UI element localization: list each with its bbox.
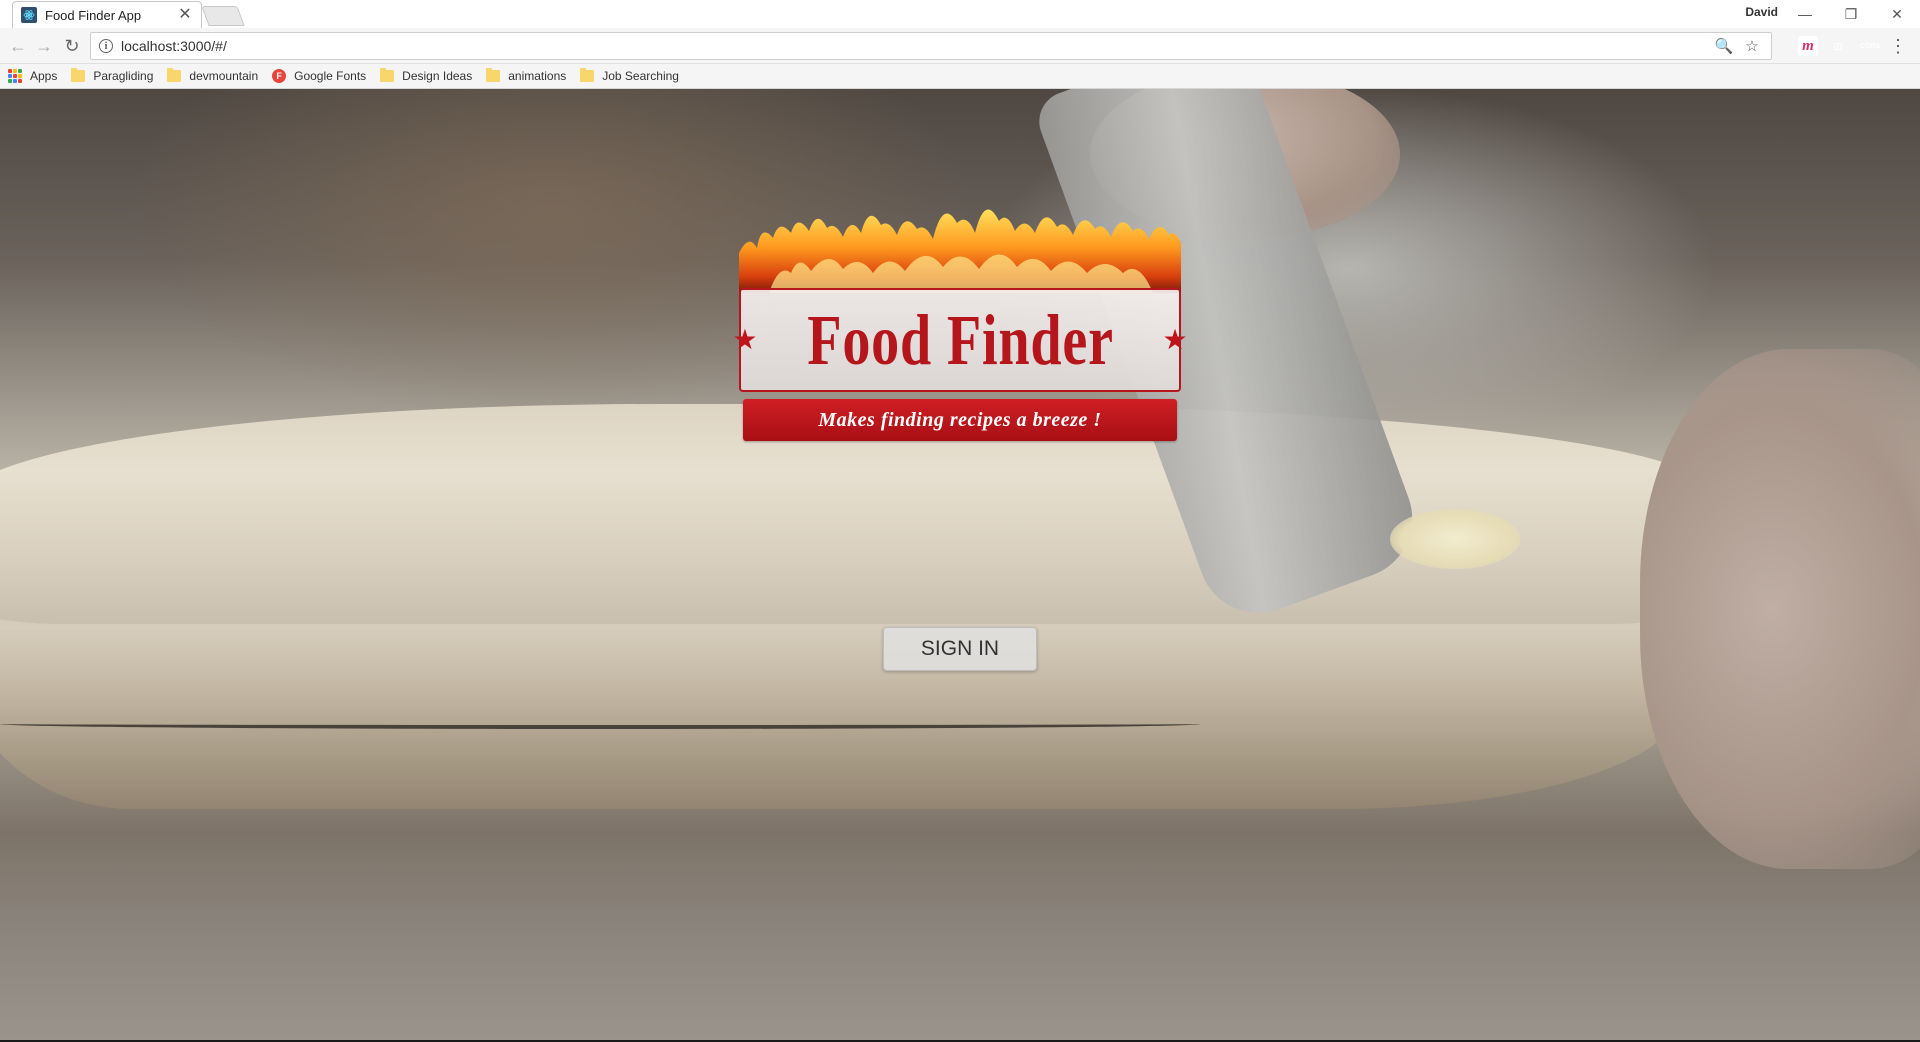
apps-grid-icon [8, 69, 22, 83]
bookmark-devmountain[interactable]: devmountain [167, 68, 259, 83]
back-icon[interactable]: ← [6, 34, 30, 58]
bookmarks-bar: Apps Paragliding devmountain F Google Fo… [0, 64, 1920, 89]
bookmark-label: Job Searching [602, 69, 679, 83]
google-fonts-icon: F [272, 69, 287, 83]
bookmark-label: Design Ideas [402, 69, 473, 83]
background-butter [1390, 509, 1520, 569]
tab-strip: Food Finder App ✕ David — ❐ ✕ [0, 0, 1920, 28]
bookmark-label: Apps [30, 69, 58, 83]
food-finder-logo: ★ Food Finder ★ Makes finding recipes a … [732, 193, 1188, 463]
background-crack [0, 719, 1200, 729]
folder-icon [380, 68, 395, 82]
logo-title-box: ★ Food Finder ★ [732, 288, 1188, 392]
folder-icon [580, 68, 595, 82]
new-tab-button[interactable] [201, 6, 245, 26]
chrome-menu-icon[interactable]: ⋮ [1888, 34, 1908, 58]
browser-toolbar: ← → ↻ i localhost:3000/#/ 🔍 ☆ m ◫ CORS ⋮ [0, 28, 1920, 64]
bookmark-label: Paragliding [93, 69, 154, 83]
tagline-banner: Makes finding recipes a breeze ! [743, 399, 1177, 441]
url-text[interactable]: localhost:3000/#/ [121, 38, 1707, 54]
folder-icon [486, 68, 501, 82]
zoom-icon[interactable]: 🔍 [1713, 37, 1735, 55]
bookmark-design-ideas[interactable]: Design Ideas [380, 68, 473, 83]
profile-user-name[interactable]: David [1745, 5, 1778, 19]
cors-extension-icon[interactable]: CORS [1860, 36, 1880, 56]
bookmark-job-searching[interactable]: Job Searching [580, 68, 679, 83]
react-favicon-icon [21, 7, 37, 23]
app-title: Food Finder [806, 300, 1114, 380]
star-icon: ★ [1162, 324, 1188, 355]
page-viewport: ★ Food Finder ★ Makes finding recipes a … [0, 89, 1920, 1042]
address-bar[interactable]: i localhost:3000/#/ 🔍 ☆ [90, 32, 1772, 60]
background-hand-right [1640, 349, 1920, 869]
folder-icon [167, 68, 182, 82]
tab-food-finder[interactable]: Food Finder App ✕ [12, 1, 202, 28]
bookmark-label: animations [508, 69, 567, 83]
forward-icon[interactable]: → [32, 34, 56, 58]
bookmark-label: devmountain [189, 69, 259, 83]
bookmark-paragliding[interactable]: Paragliding [71, 68, 154, 83]
bookmark-apps[interactable]: Apps [8, 69, 57, 83]
browser-window: Food Finder App ✕ David — ❐ ✕ ← → ↻ i lo… [0, 0, 1920, 1042]
window-close-icon[interactable]: ✕ [1874, 2, 1920, 26]
restore-icon[interactable]: ❐ [1828, 2, 1874, 26]
bookmark-label: Google Fonts [294, 69, 367, 83]
folder-icon [71, 68, 86, 82]
red-extension-icon[interactable]: ◫ [1828, 36, 1848, 56]
m-extension-icon[interactable]: m [1798, 36, 1818, 56]
tab-close-icon[interactable]: ✕ [177, 7, 193, 23]
star-icon: ★ [732, 324, 758, 355]
tab-title: Food Finder App [45, 7, 142, 23]
tagline-text: Makes finding recipes a breeze ! [818, 408, 1102, 431]
flames-icon [739, 209, 1181, 293]
bookmark-animations[interactable]: animations [486, 68, 567, 83]
minimize-icon[interactable]: — [1782, 2, 1828, 26]
info-icon[interactable]: i [99, 39, 113, 53]
bookmark-star-icon[interactable]: ☆ [1741, 37, 1763, 55]
sign-in-button[interactable]: SIGN IN [883, 627, 1037, 671]
reload-icon[interactable]: ↻ [60, 34, 84, 58]
bookmark-google-fonts[interactable]: F Google Fonts [272, 69, 366, 83]
